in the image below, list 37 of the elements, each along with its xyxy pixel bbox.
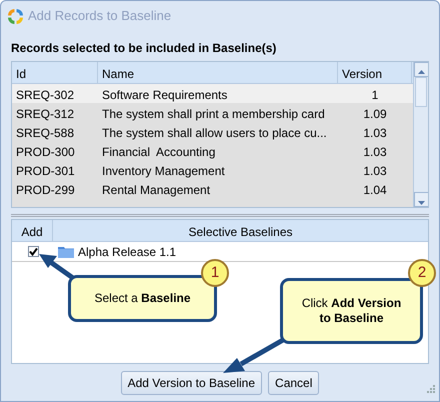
resize-grip-icon bbox=[426, 384, 435, 394]
checkbox[interactable] bbox=[28, 246, 38, 257]
table-cell-text: PROD-300 bbox=[15, 144, 76, 160]
column-header[interactable]: Add bbox=[12, 220, 53, 241]
table-cell-text: Rental Management bbox=[101, 182, 212, 198]
table-cell-text: The system shall print a membership card bbox=[101, 106, 326, 122]
scrollbar-thumb[interactable] bbox=[415, 77, 427, 107]
table-cell-text: 1 bbox=[370, 87, 380, 103]
folder-icon bbox=[58, 245, 74, 258]
table-cell-text: Inventory Management bbox=[101, 163, 226, 179]
tree-item[interactable]: Alpha Release 1.1 bbox=[78, 242, 176, 260]
table-cell-text: SREQ-312 bbox=[15, 106, 76, 122]
table-cell-text: PROD-299 bbox=[15, 182, 76, 198]
section-label: Records selected to be included in Baseline(s) bbox=[11, 40, 278, 57]
callout-text: Select a Baseline bbox=[93, 291, 192, 306]
callout-text: Click Add Version to Baseline bbox=[300, 296, 402, 326]
column-header[interactable]: Selective Baselines bbox=[53, 220, 428, 241]
dialog-button[interactable]: Add Version to Baseline bbox=[120, 371, 262, 395]
window-title: Add Records to Baseline bbox=[28, 7, 172, 26]
column-header[interactable]: Version bbox=[338, 62, 412, 83]
table-cell-text: The system shall allow users to place cu... bbox=[101, 125, 328, 141]
scroll-down-button[interactable] bbox=[414, 192, 428, 207]
table-cell-text: 1.03 bbox=[362, 144, 388, 160]
scroll-up-button[interactable] bbox=[414, 62, 428, 77]
table-cell-text: 1.09 bbox=[362, 106, 388, 122]
table-cell-text: 1.04 bbox=[362, 182, 388, 198]
column-header[interactable]: Name bbox=[98, 62, 338, 83]
table-cell-text: SREQ-302 bbox=[15, 87, 76, 103]
dialog-button[interactable]: Cancel bbox=[268, 371, 320, 395]
table-cell-text: 1.03 bbox=[362, 125, 388, 141]
table-cell-text: Software Requirements bbox=[101, 87, 228, 103]
column-header[interactable]: Id bbox=[12, 62, 98, 83]
table-cell-text: Financial Accounting bbox=[101, 144, 216, 160]
table-cell-text: SREQ-588 bbox=[15, 125, 76, 141]
table-cell-text: PROD-301 bbox=[15, 163, 76, 179]
app-icon bbox=[7, 8, 24, 24]
table-cell-text: 1.03 bbox=[362, 163, 388, 179]
